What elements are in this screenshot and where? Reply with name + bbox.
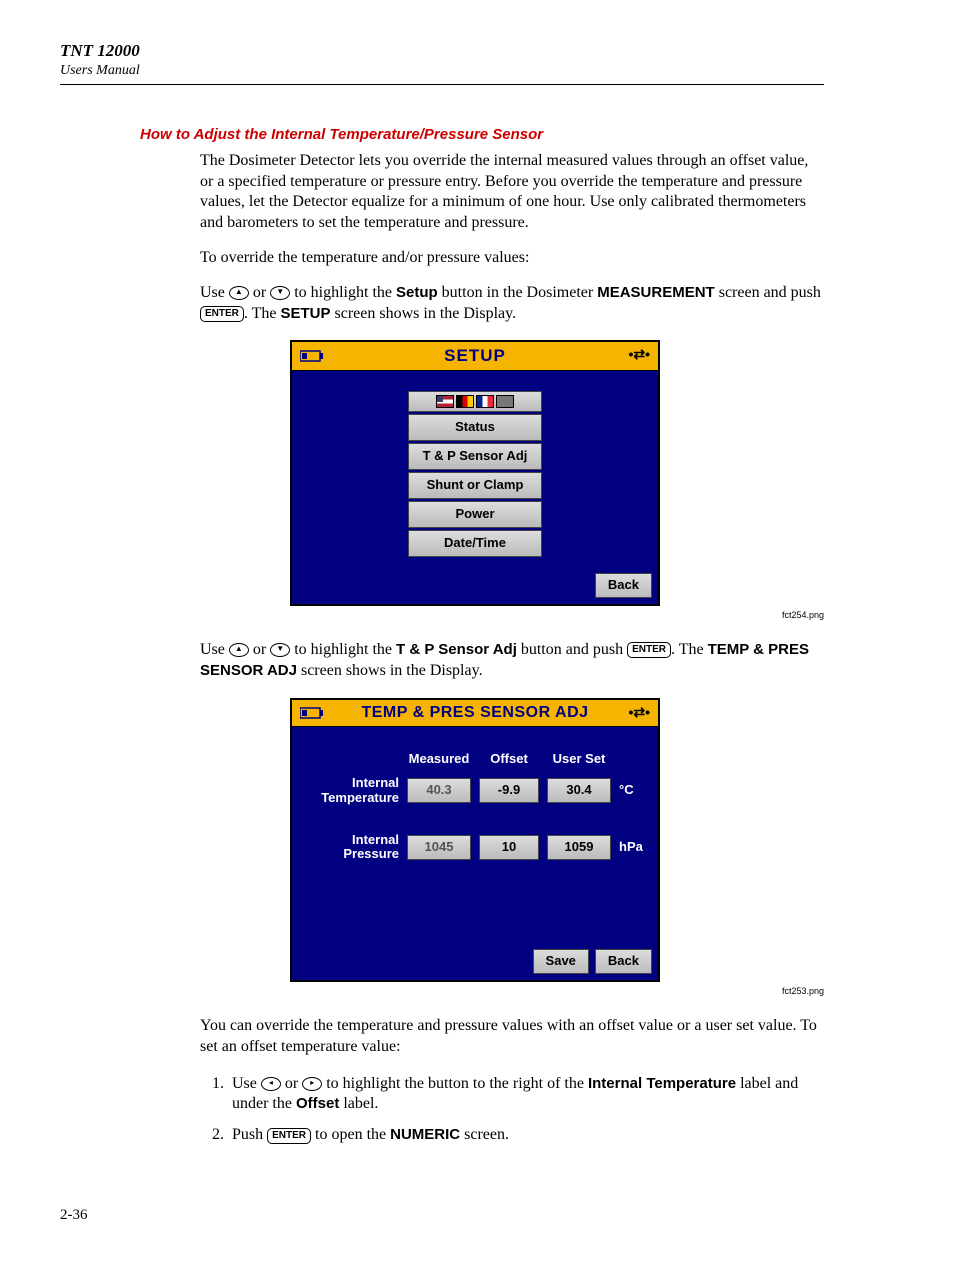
body-text: The Dosimeter Detector lets you override… (200, 151, 824, 325)
language-button[interactable] (408, 391, 542, 412)
pres-offset-button[interactable]: 10 (479, 835, 539, 860)
paragraph: You can override the temperature and pre… (200, 1016, 824, 1058)
menu-tp-sensor-button[interactable]: T & P Sensor Adj (408, 443, 542, 470)
link-icon: •⇄• (628, 345, 650, 363)
temp-unit: °C (619, 782, 655, 799)
screen-title: TEMP & PRES SENSOR ADJ (361, 704, 588, 721)
down-key-icon: ▼ (270, 643, 290, 657)
down-key-icon: ▼ (270, 286, 290, 300)
save-button[interactable]: Save (533, 949, 589, 974)
list-item: Use ◂ or ▸ to highlight the button to th… (228, 1074, 824, 1116)
screen-title: SETUP (444, 346, 506, 365)
menu-power-button[interactable]: Power (408, 501, 542, 528)
manual-subtitle: Users Manual (60, 62, 824, 80)
menu-status-button[interactable]: Status (408, 414, 542, 441)
flag-icon (476, 395, 494, 408)
enter-key-icon: ENTER (200, 306, 244, 322)
row-label-temperature: Internal Temperature (295, 776, 399, 805)
temp-measured-value: 40.3 (407, 778, 471, 803)
temp-pres-adj-screen: TEMP & PRES SENSOR ADJ •⇄• Measured Offs… (290, 698, 660, 983)
page-header: TNT 12000 Users Manual (60, 40, 824, 85)
row-label-pressure: Internal Pressure (295, 833, 399, 862)
section-title: How to Adjust the Internal Temperature/P… (140, 125, 824, 145)
back-button[interactable]: Back (595, 573, 652, 598)
battery-icon (300, 703, 324, 721)
back-button[interactable]: Back (595, 949, 652, 974)
ordered-list: Use ◂ or ▸ to highlight the button to th… (200, 1074, 824, 1146)
up-key-icon: ▲ (229, 643, 249, 657)
paragraph: Use ▲ or ▼ to highlight the T & P Sensor… (200, 640, 824, 682)
flag-icon (436, 395, 454, 408)
paragraph: The Dosimeter Detector lets you override… (200, 151, 824, 234)
screen-titlebar: TEMP & PRES SENSOR ADJ •⇄• (292, 700, 658, 728)
col-userset: User Set (547, 751, 611, 768)
figure-caption: fct253.png (60, 986, 824, 998)
page-number: 2-36 (60, 1206, 824, 1226)
left-key-icon: ◂ (261, 1077, 281, 1091)
paragraph: To override the temperature and/or press… (200, 248, 824, 269)
enter-key-icon: ENTER (267, 1128, 311, 1144)
product-name: TNT 12000 (60, 40, 824, 62)
paragraph: Use ▲ or ▼ to highlight the Setup button… (200, 283, 824, 325)
list-item: Push ENTER to open the NUMERIC screen. (228, 1125, 824, 1146)
battery-icon (300, 345, 324, 363)
col-measured: Measured (407, 751, 471, 768)
right-key-icon: ▸ (302, 1077, 322, 1091)
setup-screen: SETUP •⇄• Status T & P Sensor Adj Shunt … (290, 340, 660, 606)
col-offset: Offset (479, 751, 539, 768)
screen-titlebar: SETUP •⇄• (292, 342, 658, 371)
menu-shunt-clamp-button[interactable]: Shunt or Clamp (408, 472, 542, 499)
enter-key-icon: ENTER (627, 642, 671, 658)
pres-unit: hPa (619, 839, 655, 856)
menu-datetime-button[interactable]: Date/Time (408, 530, 542, 557)
figure-caption: fct254.png (60, 610, 824, 622)
temp-offset-button[interactable]: -9.9 (479, 778, 539, 803)
pres-userset-button[interactable]: 1059 (547, 835, 611, 860)
link-icon: •⇄• (628, 703, 650, 721)
flag-icon (496, 395, 514, 408)
temp-userset-button[interactable]: 30.4 (547, 778, 611, 803)
flag-icon (456, 395, 474, 408)
pres-measured-value: 1045 (407, 835, 471, 860)
up-key-icon: ▲ (229, 286, 249, 300)
